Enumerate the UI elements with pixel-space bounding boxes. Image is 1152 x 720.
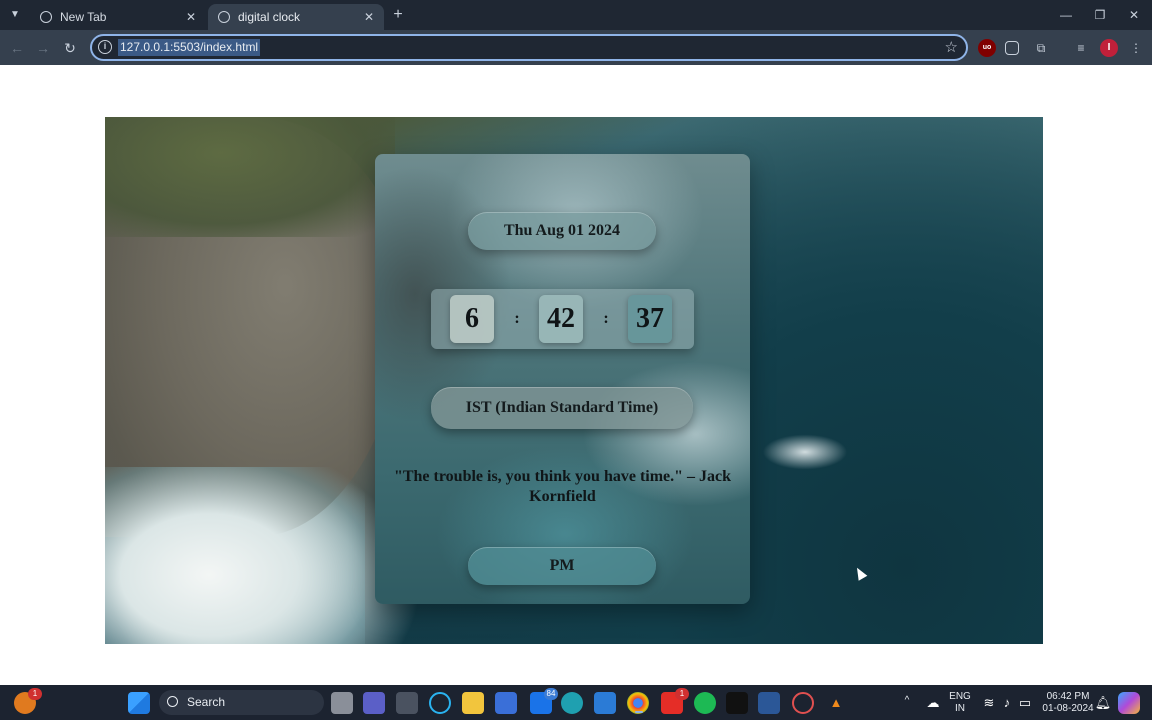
timezone-display: IST (Indian Standard Time) bbox=[431, 387, 693, 429]
maximize-button[interactable]: ❐ bbox=[1090, 6, 1110, 24]
clock-date: 01-08-2024 bbox=[1042, 703, 1094, 714]
file-explorer-icon[interactable] bbox=[462, 692, 484, 714]
search-icon bbox=[167, 696, 178, 707]
language-indicator[interactable]: ENG IN bbox=[946, 691, 974, 715]
task-view-icon[interactable] bbox=[331, 692, 353, 714]
system-clock[interactable]: 06:42 PM 01-08-2024 bbox=[1040, 691, 1096, 715]
language-code: ENG bbox=[949, 691, 971, 702]
date-display: Thu Aug 01 2024 bbox=[468, 212, 656, 250]
address-bar[interactable]: i 127.0.0.1:5503/index.html ☆ bbox=[90, 34, 968, 61]
reload-button[interactable]: ↻ bbox=[61, 39, 79, 57]
vscode-icon[interactable] bbox=[594, 692, 616, 714]
windows-taskbar: 1 Search 84 1 ▲ ^ ☁ ENG IN ≋ ♪ ▭ 06:42 P… bbox=[0, 685, 1152, 720]
tab-digital-clock[interactable]: digital clock ✕ bbox=[208, 4, 384, 30]
camera-icon[interactable] bbox=[396, 692, 418, 714]
onedrive-icon[interactable]: ☁ bbox=[922, 692, 944, 714]
battery-icon[interactable]: ▭ bbox=[1014, 692, 1036, 714]
tab-title: New Tab bbox=[60, 10, 107, 24]
teams-icon[interactable] bbox=[363, 692, 385, 714]
notification-bell-icon[interactable]: 🔔︎ bbox=[1092, 692, 1114, 714]
address-url[interactable]: 127.0.0.1:5503/index.html bbox=[118, 39, 261, 56]
tab-search-button[interactable]: ▼ bbox=[6, 6, 24, 24]
background-image: Thu Aug 01 2024 6 : 42 : 37 IST (Indian … bbox=[105, 117, 1043, 644]
new-tab-button[interactable]: + bbox=[390, 6, 406, 24]
media-controls-icon[interactable]: ≡ bbox=[1072, 39, 1090, 57]
mouse-cursor bbox=[852, 565, 868, 581]
region-code: IN bbox=[955, 703, 965, 714]
tab-title: digital clock bbox=[238, 10, 301, 24]
ublock-extension-icon[interactable]: uo bbox=[978, 39, 996, 57]
cortana-icon[interactable] bbox=[429, 692, 451, 714]
profile-avatar[interactable]: I bbox=[1100, 39, 1118, 57]
tab-close-icon[interactable]: ✕ bbox=[184, 10, 198, 24]
active-indicator bbox=[635, 711, 643, 713]
chrome-taskbar-icon[interactable] bbox=[627, 692, 649, 714]
seconds-digit: 37 bbox=[628, 295, 672, 343]
meridiem-display: PM bbox=[468, 547, 656, 585]
page-viewport: Thu Aug 01 2024 6 : 42 : 37 IST (Indian … bbox=[0, 65, 1152, 685]
tab-close-icon[interactable]: ✕ bbox=[362, 10, 376, 24]
edge-icon[interactable] bbox=[561, 692, 583, 714]
clock-card: Thu Aug 01 2024 6 : 42 : 37 IST (Indian … bbox=[375, 154, 750, 604]
notification-badge: 1 bbox=[28, 688, 42, 700]
copilot-icon[interactable] bbox=[1118, 692, 1140, 714]
notification-badge: 84 bbox=[544, 688, 558, 700]
notification-badge: 1 bbox=[675, 688, 689, 700]
widgets-icon[interactable]: 1 bbox=[14, 688, 42, 714]
hours-digit: 6 bbox=[450, 295, 494, 343]
minutes-digit: 42 bbox=[539, 295, 583, 343]
site-info-icon[interactable]: i bbox=[98, 40, 112, 54]
quote-text: "The trouble is, you think you have time… bbox=[393, 468, 732, 505]
close-window-button[interactable]: ✕ bbox=[1124, 6, 1144, 24]
youtube-icon[interactable]: 1 bbox=[661, 688, 689, 714]
taskbar-search-box[interactable]: Search bbox=[159, 690, 324, 715]
tab-new-tab[interactable]: New Tab ✕ bbox=[30, 4, 206, 30]
puzzle-icon[interactable]: ⧉ bbox=[1032, 39, 1050, 57]
recorder-icon[interactable] bbox=[792, 692, 814, 714]
menu-kebab-icon[interactable]: ⋮ bbox=[1127, 39, 1145, 57]
chrome-icon bbox=[40, 11, 52, 23]
spotify-icon[interactable] bbox=[694, 692, 716, 714]
bookmark-star-icon[interactable]: ☆ bbox=[945, 38, 958, 56]
search-label: Search bbox=[187, 695, 226, 709]
windows-start-icon[interactable] bbox=[128, 692, 150, 714]
minimize-button[interactable]: — bbox=[1056, 6, 1076, 24]
clock-time: 06:42 PM bbox=[1046, 691, 1090, 702]
wave-foam bbox=[105, 467, 365, 644]
time-separator: : bbox=[603, 310, 609, 327]
tray-chevron-icon[interactable]: ^ bbox=[900, 695, 914, 707]
globe-icon bbox=[218, 11, 230, 23]
terminal-icon[interactable] bbox=[726, 692, 748, 714]
time-display: 6 : 42 : 37 bbox=[431, 289, 694, 349]
back-button[interactable]: ← bbox=[8, 39, 26, 57]
time-separator: : bbox=[514, 310, 520, 327]
word-icon[interactable] bbox=[758, 692, 780, 714]
mail-icon[interactable]: 84 bbox=[530, 688, 558, 714]
grass-patch bbox=[105, 117, 395, 237]
microsoft-store-icon[interactable] bbox=[495, 692, 517, 714]
browser-toolbar: ← → ↻ i 127.0.0.1:5503/index.html ☆ uo ⧉… bbox=[0, 30, 1152, 65]
forward-button[interactable]: → bbox=[34, 39, 52, 57]
browser-tabstrip: ▼ New Tab ✕ digital clock ✕ + — ❐ ✕ bbox=[0, 0, 1152, 30]
vlc-icon[interactable]: ▲ bbox=[825, 692, 847, 714]
extension-icon[interactable] bbox=[1005, 41, 1019, 55]
